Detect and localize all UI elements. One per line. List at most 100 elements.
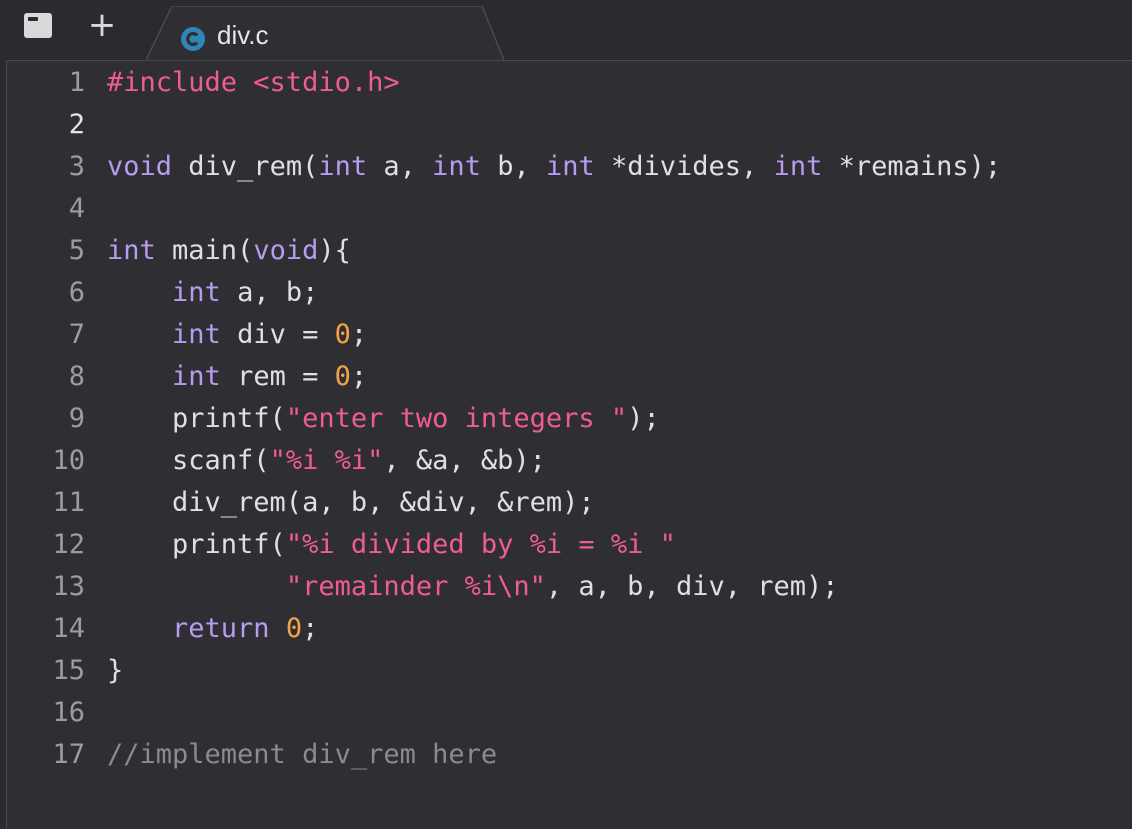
code-token: div = bbox=[220, 319, 335, 350]
code-token: , a, b, div, rem); bbox=[545, 571, 839, 602]
code-text: int a, b; bbox=[107, 272, 318, 314]
code-token: printf( bbox=[107, 529, 286, 560]
line-number: 14 bbox=[52, 613, 85, 644]
code-token: main( bbox=[155, 235, 254, 266]
line-number: 12 bbox=[52, 529, 85, 560]
line-number: 5 bbox=[68, 235, 85, 266]
code-line[interactable]: 7 int div = 0; bbox=[7, 314, 1132, 356]
code-line[interactable]: 2 bbox=[7, 104, 1132, 146]
code-line[interactable]: 4 bbox=[7, 188, 1132, 230]
tab-div-c[interactable]: div.c bbox=[146, 6, 504, 60]
code-text: int div = 0; bbox=[107, 314, 367, 356]
code-line[interactable]: 17 //implement div_rem here bbox=[7, 734, 1132, 776]
code-token: div_rem( bbox=[172, 151, 319, 182]
tab-label: div.c bbox=[217, 20, 269, 50]
line-number: 8 bbox=[68, 361, 85, 392]
code-text: printf("enter two integers "); bbox=[107, 398, 660, 440]
code-line[interactable]: 1 #include <stdio.h> bbox=[7, 62, 1132, 104]
code-token: 0 bbox=[334, 319, 351, 350]
code-token: int bbox=[432, 151, 481, 182]
code-token: "enter two integers " bbox=[285, 403, 628, 434]
code-text: int rem = 0; bbox=[107, 356, 367, 398]
code-line[interactable]: 5 int main(void){ bbox=[7, 230, 1132, 272]
code-text: div_rem(a, b, &div, &rem); bbox=[107, 482, 595, 524]
code-token: return bbox=[172, 613, 270, 644]
code-line[interactable]: 9 printf("enter two integers "); bbox=[7, 398, 1132, 440]
line-number: 7 bbox=[68, 319, 85, 350]
line-number: 11 bbox=[52, 487, 85, 518]
code-token: int bbox=[773, 151, 823, 182]
line-number: 16 bbox=[52, 697, 85, 728]
code-line[interactable]: 8 int rem = 0; bbox=[7, 356, 1132, 398]
code-token: ); bbox=[627, 403, 660, 434]
code-token: ; bbox=[350, 319, 368, 350]
sidebar-toggle-icon[interactable] bbox=[24, 13, 52, 38]
line-number: 15 bbox=[52, 655, 85, 686]
code-text: printf("%i divided by %i = %i " bbox=[107, 524, 676, 566]
line-number: 17 bbox=[52, 739, 85, 770]
plus-icon: + bbox=[87, 5, 117, 45]
code-text: //implement div_rem here bbox=[107, 734, 497, 776]
line-number: 1 bbox=[68, 67, 85, 98]
tab-bar: + div.c bbox=[0, 0, 1132, 60]
code-token: ; bbox=[350, 361, 368, 392]
code-token: 0 bbox=[334, 361, 351, 392]
code-text: "remainder %i\n", a, b, div, rem); bbox=[107, 566, 839, 608]
code-line[interactable]: 3 void div_rem(int a, int b, int *divides… bbox=[7, 146, 1132, 188]
code-token: } bbox=[107, 655, 124, 686]
code-token: div_rem(a, b, &div, &rem); bbox=[107, 487, 595, 518]
code-token: int bbox=[172, 277, 221, 308]
line-number: 13 bbox=[52, 571, 85, 602]
code-token: scanf( bbox=[107, 445, 270, 476]
code-text: } bbox=[107, 650, 123, 692]
code-line[interactable]: 11 div_rem(a, b, &div, &rem); bbox=[7, 482, 1132, 524]
code-token: "%i divided by %i = %i " bbox=[285, 529, 676, 560]
code-token: #include <stdio.h> bbox=[107, 67, 400, 98]
code-token: int bbox=[107, 235, 156, 266]
code-token: int bbox=[172, 319, 221, 350]
code-token: "remainder %i\n" bbox=[285, 571, 546, 602]
code-token: *divides, bbox=[594, 151, 774, 182]
code-text: int main(void){ bbox=[107, 230, 351, 272]
line-number: 2 bbox=[68, 109, 85, 140]
code-line[interactable]: 15} bbox=[7, 650, 1132, 692]
line-number: 10 bbox=[52, 445, 85, 476]
new-tab-button[interactable]: + bbox=[86, 8, 118, 42]
code-line[interactable]: 10 scanf("%i %i", &a, &b); bbox=[7, 440, 1132, 482]
code-text: return 0; bbox=[107, 608, 318, 650]
code-token: *remains); bbox=[822, 151, 1002, 182]
code-token: int bbox=[318, 151, 368, 182]
line-number: 4 bbox=[68, 193, 85, 224]
code-text: void div_rem(int a, int b, int *divides,… bbox=[107, 146, 1001, 188]
c-language-icon bbox=[181, 27, 205, 51]
code-token: void bbox=[107, 151, 173, 182]
code-text: #include <stdio.h> bbox=[107, 62, 400, 104]
code-token: , &a, &b); bbox=[383, 445, 546, 476]
code-line[interactable]: 12 printf("%i divided by %i = %i " bbox=[7, 524, 1132, 566]
line-number: 3 bbox=[68, 151, 85, 182]
code-token: "%i %i" bbox=[269, 445, 384, 476]
code-token: //implement div_rem here bbox=[107, 739, 498, 770]
code-token: void bbox=[253, 235, 319, 266]
code-token: ){ bbox=[318, 235, 351, 266]
code-line[interactable]: 16 bbox=[7, 692, 1132, 734]
code-token: int bbox=[172, 361, 221, 392]
code-token: 0 bbox=[285, 613, 303, 644]
line-number: 6 bbox=[68, 277, 85, 308]
code-line[interactable]: 14 return 0; bbox=[7, 608, 1132, 650]
code-token: printf( bbox=[107, 403, 286, 434]
code-text: scanf("%i %i", &a, &b); bbox=[107, 440, 546, 482]
code-token: ; bbox=[302, 613, 319, 644]
code-token: a, b; bbox=[220, 277, 319, 308]
code-editor[interactable]: 1 #include <stdio.h> 2 3 void div_rem(int a,… bbox=[6, 60, 1132, 829]
code-line[interactable]: 6 int a, b; bbox=[7, 272, 1132, 314]
code-token: int bbox=[545, 151, 595, 182]
code-token: rem = bbox=[220, 361, 335, 392]
code-line[interactable]: 13 "remainder %i\n", a, b, div, rem); bbox=[7, 566, 1132, 608]
